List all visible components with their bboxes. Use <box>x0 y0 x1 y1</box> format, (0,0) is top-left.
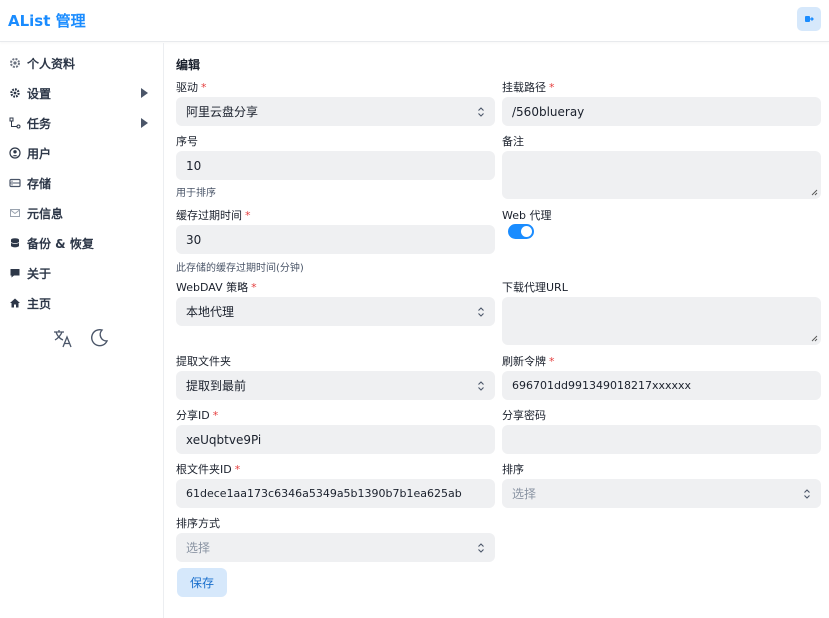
extract-folder-value: 提取到最前 <box>186 379 247 393</box>
select-caret-icon <box>478 381 484 391</box>
web-proxy-label: Web 代理 <box>502 209 552 222</box>
order-value: 10 <box>186 158 202 173</box>
sidebar-tools <box>52 327 110 352</box>
refresh-token-value: 696701dd991349018217xxxxxx <box>512 379 691 392</box>
share-pwd-input[interactable] <box>502 425 821 454</box>
sidebar-item-settings[interactable]: 设置 <box>0 79 164 107</box>
order-direction-select[interactable]: 选择 <box>176 533 495 562</box>
sidebar-item-label: 主页 <box>27 296 52 311</box>
settings-icon <box>8 86 22 100</box>
driver-select-value: 阿里云盘分享 <box>186 105 259 119</box>
dark-mode-moon-icon[interactable] <box>88 327 110 352</box>
caret-right-icon <box>141 88 148 98</box>
sidebar-item-label: 关于 <box>27 266 52 281</box>
sidebar-item-label: 元信息 <box>27 206 64 221</box>
sidebar-item-label: 备份 & 恢复 <box>27 236 94 251</box>
resize-handle-icon[interactable] <box>811 189 818 196</box>
sidebar-item-meta[interactable]: 元信息 <box>0 199 164 227</box>
workflow-icon <box>8 116 22 130</box>
share-id-value: xeUqbtve9Pi <box>186 432 262 447</box>
driver-label: 驱动 * <box>176 81 207 94</box>
sidebar-item-about[interactable]: 关于 <box>0 259 164 287</box>
cache-expiration-label: 缓存过期时间 * <box>176 209 251 222</box>
cache-expiration-input[interactable]: 30 <box>176 225 495 254</box>
meta-icon <box>8 206 22 220</box>
about-icon <box>8 266 22 280</box>
home-icon <box>8 296 22 310</box>
order-input[interactable]: 10 <box>176 151 495 180</box>
app-title[interactable]: AList 管理 <box>8 10 86 31</box>
order-by-placeholder: 选择 <box>512 487 537 501</box>
storage-icon <box>8 176 22 190</box>
sidebar-item-users[interactable]: 用户 <box>0 139 164 167</box>
sidebar-item-tasks[interactable]: 任务 <box>0 109 164 137</box>
driver-select[interactable]: 阿里云盘分享 <box>176 97 495 126</box>
download-proxy-url-label: 下载代理URL <box>502 281 568 294</box>
cache-expiration-hint: 此存储的缓存过期时间(分钟) <box>176 263 304 274</box>
top-header: AList 管理 <box>0 0 829 42</box>
select-caret-icon <box>478 307 484 317</box>
root-folder-id-input[interactable]: 61dece1aa173c6346a5349a5b1390b7b1ea625ab <box>176 479 495 508</box>
root-folder-id-label: 根文件夹ID * <box>176 463 241 476</box>
webdav-policy-value: 本地代理 <box>186 305 235 319</box>
order-hint: 用于排序 <box>176 188 216 199</box>
remark-textarea[interactable] <box>502 151 821 199</box>
mount-path-label: 挂载路径 * <box>502 81 555 94</box>
refresh-token-label: 刷新令牌 * <box>502 355 555 368</box>
share-pwd-label: 分享密码 <box>502 409 546 422</box>
webdav-policy-select[interactable]: 本地代理 <box>176 297 495 326</box>
select-caret-icon <box>478 543 484 553</box>
sidebar-item-profile[interactable]: 个人资料 <box>0 49 164 77</box>
refresh-token-input[interactable]: 696701dd991349018217xxxxxx <box>502 371 821 400</box>
mount-path-value: /560blueray <box>512 104 585 119</box>
user-circle-icon <box>8 146 22 160</box>
remark-label: 备注 <box>502 135 524 148</box>
order-by-select[interactable]: 选择 <box>502 479 821 508</box>
select-caret-icon <box>804 489 810 499</box>
order-direction-label: 排序方式 <box>176 517 220 530</box>
order-label: 序号 <box>176 135 198 148</box>
root-folder-id-value: 61dece1aa173c6346a5349a5b1390b7b1ea625ab <box>186 487 462 500</box>
sidebar-item-label: 存储 <box>27 176 52 191</box>
sidebar-item-label: 用户 <box>27 146 52 161</box>
select-caret-icon <box>478 107 484 117</box>
sidebar: 个人资料 设置 任务 用户 存储 元信息 备份 & 恢复 关于 主页 <box>0 43 164 618</box>
extract-folder-label: 提取文件夹 <box>176 355 231 368</box>
cache-expiration-value: 30 <box>186 232 202 247</box>
logout-button[interactable] <box>797 7 821 31</box>
translate-icon[interactable] <box>52 327 74 352</box>
sidebar-item-label: 任务 <box>27 116 52 131</box>
caret-right-icon <box>141 118 148 128</box>
sidebar-item-home[interactable]: 主页 <box>0 289 164 317</box>
web-proxy-toggle[interactable] <box>508 224 534 239</box>
sidebar-item-label: 个人资料 <box>27 56 76 71</box>
toggle-knob <box>521 226 532 237</box>
extract-folder-select[interactable]: 提取到最前 <box>176 371 495 400</box>
download-proxy-url-textarea[interactable] <box>502 297 821 345</box>
form-title: 编辑 <box>176 58 201 72</box>
database-icon <box>8 236 22 250</box>
gear-cog-icon <box>8 56 22 70</box>
mount-path-input[interactable]: /560blueray <box>502 97 821 126</box>
resize-handle-icon[interactable] <box>811 335 818 342</box>
share-id-label: 分享ID * <box>176 409 219 422</box>
share-id-input[interactable]: xeUqbtve9Pi <box>176 425 495 454</box>
order-by-label: 排序 <box>502 463 524 476</box>
logout-icon <box>805 16 814 22</box>
sidebar-item-backup[interactable]: 备份 & 恢复 <box>0 229 164 257</box>
order-direction-placeholder: 选择 <box>186 541 211 555</box>
sidebar-item-storage[interactable]: 存储 <box>0 169 164 197</box>
sidebar-item-label: 设置 <box>27 86 52 101</box>
save-button[interactable]: 保存 <box>177 568 227 597</box>
webdav-policy-label: WebDAV 策略 * <box>176 281 257 294</box>
